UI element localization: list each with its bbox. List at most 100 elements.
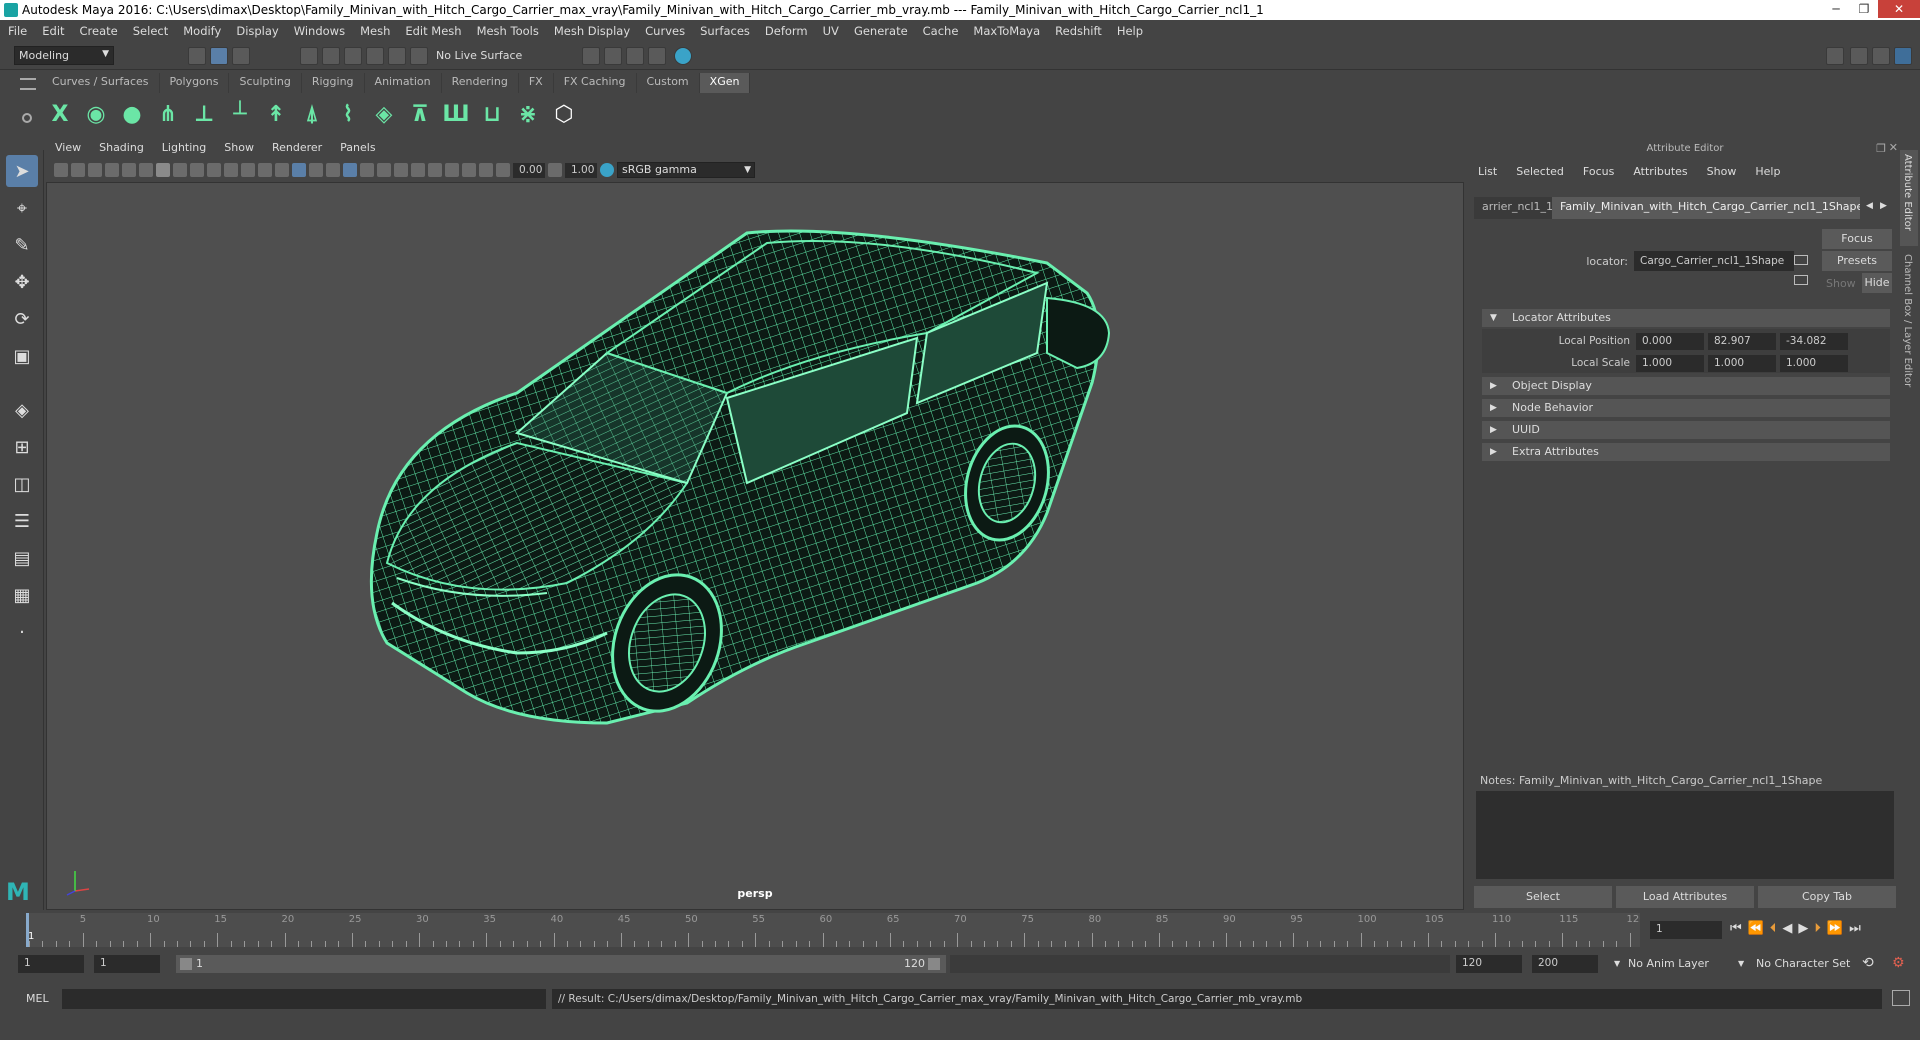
attr-menu-list[interactable]: List (1478, 165, 1497, 178)
viewport-menu-renderer[interactable]: Renderer (272, 141, 322, 159)
attr-menu-attributes[interactable]: Attributes (1633, 165, 1687, 178)
move-tool-icon[interactable]: ✥ (6, 266, 38, 298)
xgen-sculpt-guide-icon[interactable]: ↟ (262, 99, 290, 129)
viewport-menu-shading[interactable]: Shading (99, 141, 144, 159)
safe-title-icon[interactable] (258, 163, 272, 177)
menu-generate[interactable]: Generate (854, 24, 908, 38)
xgen-groom-icon[interactable]: ⋔ (154, 99, 182, 129)
menu-redshift[interactable]: Redshift (1055, 24, 1102, 38)
menu-select[interactable]: Select (133, 24, 168, 38)
bookmark-icon[interactable] (88, 163, 102, 177)
next-key-icon[interactable]: ⏵ (1814, 921, 1821, 939)
snap-view-icon[interactable] (366, 47, 384, 65)
close-panel-icon[interactable]: ✕ (1889, 141, 1898, 154)
menu-file[interactable]: File (8, 24, 27, 38)
range-handle-start[interactable] (180, 958, 192, 970)
select-tool-icon[interactable]: ➤ (6, 155, 38, 187)
xgen-noise-icon[interactable]: ⋇ (514, 99, 542, 129)
gamma-icon[interactable] (548, 163, 562, 177)
select-hierarchy-icon[interactable] (188, 47, 206, 65)
hypershade-icon[interactable] (648, 47, 666, 65)
snap-curve-icon[interactable] (322, 47, 340, 65)
range-handle-end[interactable] (928, 958, 940, 970)
camera-icon[interactable] (54, 163, 68, 177)
wireframe-icon[interactable] (275, 163, 289, 177)
section-extra-attributes[interactable]: ▶ Extra Attributes (1482, 443, 1890, 461)
play-forward-icon[interactable]: ▶ (1798, 921, 1808, 939)
layout-graph-icon[interactable]: ▦ (6, 579, 38, 611)
xray-active-icon[interactable] (462, 163, 476, 177)
resolution-gate-icon[interactable] (190, 163, 204, 177)
smooth-shade-icon[interactable] (292, 163, 306, 177)
rotate-tool-icon[interactable]: ⟳ (6, 303, 38, 335)
attr-menu-help[interactable]: Help (1755, 165, 1780, 178)
xgen-bend-icon[interactable]: ⌇ (334, 99, 362, 129)
shelf-tab-custom[interactable]: Custom (637, 73, 700, 93)
snap-edge-icon[interactable] (410, 47, 428, 65)
anti-aliasing-icon[interactable] (411, 163, 425, 177)
viewport-menu-panels[interactable]: Panels (340, 141, 375, 159)
side-tab-channel-box[interactable]: Channel Box / Layer Editor (1900, 250, 1918, 398)
step-back-icon[interactable]: ⏪ (1748, 921, 1764, 939)
exposure-icon[interactable] (496, 163, 510, 177)
colorspace-dropdown[interactable]: sRGB gamma ▼ (617, 162, 755, 178)
snap-point-icon[interactable] (344, 47, 362, 65)
menu-deform[interactable]: Deform (765, 24, 808, 38)
shelf-tab-sculpting[interactable]: Sculpting (229, 73, 302, 93)
image-plane-icon[interactable] (105, 163, 119, 177)
menu-mesh[interactable]: Mesh (360, 24, 390, 38)
xgen-editor-icon[interactable]: X (46, 99, 74, 129)
go-to-end-icon[interactable]: ⏭ (1849, 921, 1861, 939)
tab-shape-node[interactable]: Family_Minivan_with_Hitch_Cargo_Carrier_… (1552, 197, 1860, 219)
local-position-x[interactable]: 0.000 (1636, 333, 1704, 350)
ambient-occlusion-icon[interactable] (377, 163, 391, 177)
shelf-tab-xgen[interactable]: XGen (699, 73, 751, 93)
xgen-hexagon-icon[interactable]: ⬡ (550, 99, 578, 129)
safe-action-icon[interactable] (241, 163, 255, 177)
notes-textarea[interactable] (1476, 791, 1894, 879)
section-uuid[interactable]: ▶ UUID (1482, 421, 1890, 439)
local-scale-y[interactable]: 1.000 (1708, 355, 1776, 372)
shelf-tab-fx[interactable]: FX (519, 73, 554, 93)
shelf-tab-fx-caching[interactable]: FX Caching (554, 73, 637, 93)
motion-blur-icon[interactable] (394, 163, 408, 177)
xgen-length-icon[interactable]: ⊼ (406, 99, 434, 129)
animation-prefs-icon[interactable]: ⚙ (1892, 955, 1905, 971)
xgen-lock-icon[interactable]: ⍋ (298, 99, 326, 129)
menu-help[interactable]: Help (1117, 24, 1143, 38)
color-management-icon[interactable] (600, 163, 614, 177)
menu-curves[interactable]: Curves (645, 24, 685, 38)
menu-modify[interactable]: Modify (183, 24, 221, 38)
minimize-button[interactable]: ─ (1822, 0, 1850, 18)
shelf-tab-curves-surfaces[interactable]: Curves / Surfaces (42, 73, 160, 93)
depth-of-field-icon[interactable] (428, 163, 442, 177)
menu-mesh-display[interactable]: Mesh Display (554, 24, 630, 38)
field-chart-icon[interactable] (224, 163, 238, 177)
xgen-layers-icon[interactable]: ◈ (370, 99, 398, 129)
close-button[interactable]: ✕ (1878, 0, 1920, 18)
restore-button[interactable]: ❐ (1850, 0, 1878, 18)
focus-button[interactable]: Focus (1822, 229, 1892, 249)
tool-settings-icon[interactable] (1872, 47, 1890, 65)
local-position-y[interactable]: 82.907 (1708, 333, 1776, 350)
camera-attributes-icon[interactable] (71, 163, 85, 177)
tab-prev-icon[interactable]: ◀ (1866, 201, 1873, 211)
presets-button[interactable]: Presets (1822, 251, 1892, 271)
menu-surfaces[interactable]: Surfaces (700, 24, 750, 38)
render-settings-icon[interactable] (626, 47, 644, 65)
script-language-label[interactable]: MEL (26, 992, 49, 1005)
select-object-icon[interactable] (210, 47, 228, 65)
hide-button[interactable]: Hide (1862, 273, 1892, 293)
menu-create[interactable]: Create (80, 24, 118, 38)
xray-icon[interactable] (343, 163, 357, 177)
gamma-field[interactable]: 1.00 (565, 162, 597, 178)
layout-side-icon[interactable]: ◫ (6, 468, 38, 500)
film-gate-icon[interactable] (173, 163, 187, 177)
snap-grid-icon[interactable] (300, 47, 318, 65)
input-connection-icon[interactable] (1794, 255, 1808, 265)
menu-edit[interactable]: Edit (42, 24, 64, 38)
live-surface-field[interactable]: No Live Surface (436, 47, 540, 65)
exposure-field[interactable]: 0.00 (513, 162, 545, 178)
step-forward-icon[interactable]: ⏩ (1827, 921, 1843, 939)
menu-edit-mesh[interactable]: Edit Mesh (405, 24, 461, 38)
